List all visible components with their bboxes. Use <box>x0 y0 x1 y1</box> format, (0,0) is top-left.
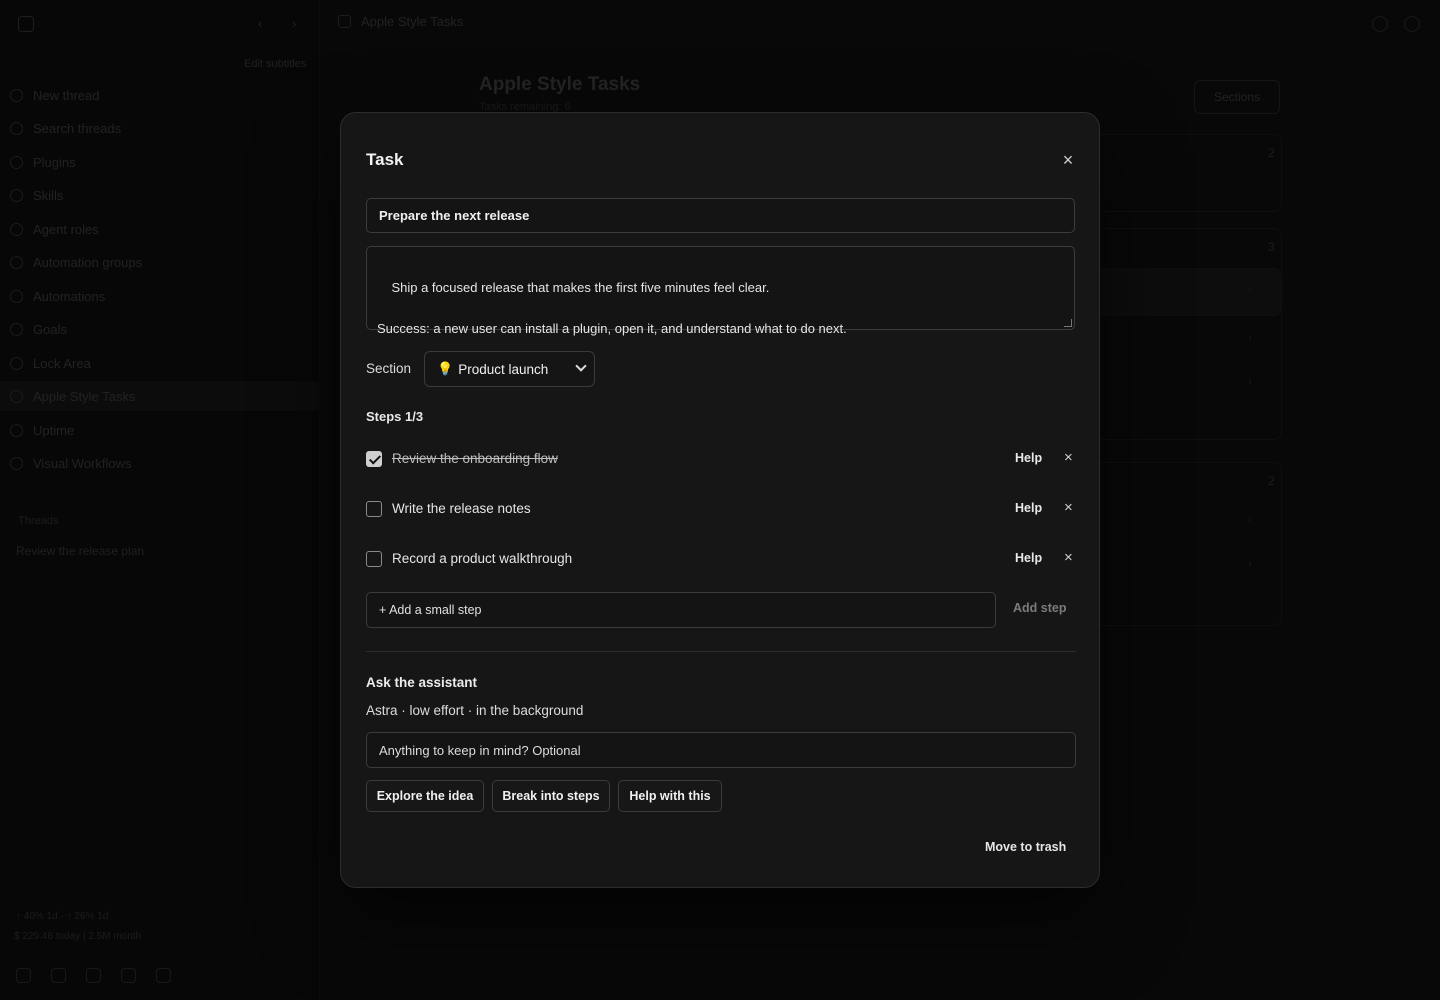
task-dialog: Task × Ship a focused release that makes… <box>340 112 1100 888</box>
section-label: Section <box>366 361 412 376</box>
lightbulb-icon: 💡 <box>437 361 454 376</box>
explore-idea-button[interactable]: Explore the idea <box>366 780 484 812</box>
task-title-input[interactable] <box>366 198 1075 233</box>
step-row: Record a product walkthrough Help × <box>366 547 1076 571</box>
chevron-down-icon <box>575 360 587 372</box>
step-checkbox[interactable] <box>366 501 382 517</box>
add-step-input[interactable] <box>366 592 996 628</box>
step-help-button[interactable]: Help <box>1015 551 1042 565</box>
break-into-steps-button[interactable]: Break into steps <box>492 780 610 812</box>
step-row: Review the onboarding flow Help × <box>366 447 1076 471</box>
resize-handle-icon[interactable] <box>1064 319 1072 327</box>
step-label[interactable]: Write the release notes <box>392 501 531 516</box>
assistant-notes-input[interactable] <box>366 732 1076 768</box>
assistant-subtitle: Astra · low effort · in the background <box>366 703 584 718</box>
section-select[interactable]: 💡 Product launch <box>424 351 595 387</box>
remove-step-icon[interactable]: × <box>1064 449 1073 466</box>
step-help-button[interactable]: Help <box>1015 501 1042 515</box>
step-checkbox[interactable] <box>366 551 382 567</box>
step-label[interactable]: Review the onboarding flow <box>392 451 558 466</box>
steps-heading: Steps 1/3 <box>366 409 424 424</box>
dialog-title: Task <box>366 150 404 169</box>
step-row: Write the release notes Help × <box>366 497 1076 521</box>
step-help-button[interactable]: Help <box>1015 451 1042 465</box>
help-with-this-button[interactable]: Help with this <box>618 780 722 812</box>
add-step-button[interactable]: Add step <box>1013 601 1066 615</box>
task-description-textarea[interactable]: Ship a focused release that makes the fi… <box>366 246 1075 336</box>
move-to-trash-button[interactable]: Move to trash <box>985 840 1066 854</box>
divider <box>366 651 1076 652</box>
task-description-text: Ship a focused release that makes the fi… <box>377 279 847 336</box>
assistant-heading: Ask the assistant <box>366 675 478 690</box>
step-label[interactable]: Record a product walkthrough <box>392 551 572 566</box>
section-select-value: Product launch <box>458 361 549 377</box>
close-icon[interactable]: × <box>1057 149 1079 171</box>
remove-step-icon[interactable]: × <box>1064 549 1073 566</box>
step-checkbox[interactable] <box>366 451 382 467</box>
remove-step-icon[interactable]: × <box>1064 499 1073 516</box>
